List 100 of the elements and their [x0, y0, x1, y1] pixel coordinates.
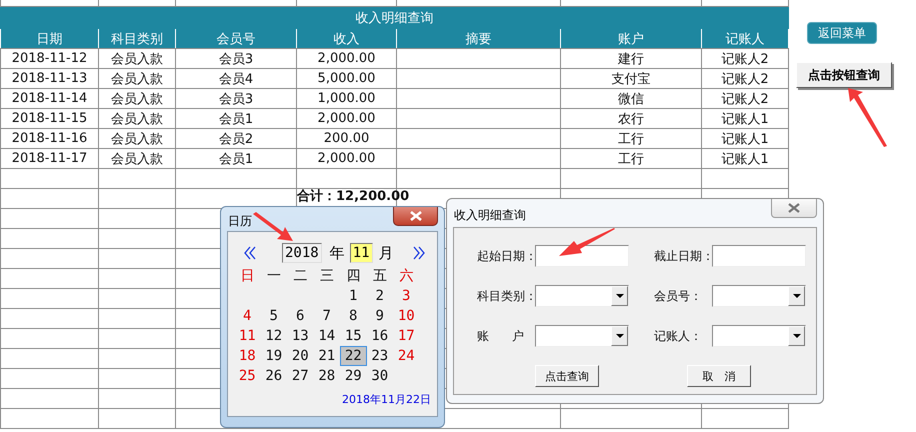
table-cell: 支付宝 — [560, 68, 702, 88]
month-field[interactable]: 11 — [350, 243, 373, 263]
calendar-day[interactable]: 27 — [287, 366, 314, 386]
table-cell: 会员1 — [176, 108, 296, 128]
annotation-arrow — [252, 212, 294, 242]
calendar-day[interactable]: 14 — [314, 326, 340, 346]
calendar-day[interactable]: 28 — [314, 366, 340, 386]
calendar-day[interactable]: 2 — [366, 286, 393, 306]
column-header: 账户 — [560, 28, 702, 48]
table-cell: 2018-11-15 — [0, 108, 98, 128]
table-cell: 2018-11-17 — [0, 148, 98, 168]
column-header: 记账人 — [702, 28, 788, 48]
table-cell: 会员入款 — [98, 128, 176, 148]
table-cell: 会员3 — [176, 88, 296, 108]
table-cell: 建行 — [560, 48, 702, 68]
calendar-day[interactable]: 23 — [366, 346, 393, 366]
calendar-day[interactable]: 6 — [287, 306, 314, 326]
column-header: 摘要 — [396, 28, 560, 48]
dialog-button[interactable]: 取 消 — [687, 365, 751, 387]
table-cell: 会员3 — [176, 48, 296, 68]
calendar-day[interactable]: 13 — [287, 326, 314, 346]
calendar-day[interactable]: 5 — [260, 306, 287, 326]
table-cell: 2018-11-13 — [0, 68, 98, 88]
calendar-day[interactable]: 29 — [340, 366, 366, 386]
sheet-title: 收入明细查询 — [0, 6, 788, 28]
calendar-day[interactable]: 22 — [340, 346, 366, 366]
window-title: 日历 — [228, 213, 252, 230]
calendar-day[interactable]: 18 — [234, 346, 260, 366]
table-cell: 会员2 — [176, 128, 296, 148]
calendar-day[interactable]: 20 — [287, 346, 314, 366]
input-field[interactable] — [535, 245, 629, 267]
input-field[interactable] — [712, 245, 806, 267]
total-amount: 合计：12,200.00 — [297, 190, 410, 203]
table-cell: 2,000.00 — [296, 108, 396, 128]
table-cell: 2,000.00 — [296, 148, 396, 168]
query-button[interactable]: 点击按钮查询 — [796, 62, 892, 88]
calendar-day[interactable]: 24 — [393, 346, 420, 366]
dropdown-arrow-icon — [616, 294, 624, 298]
calendar-day[interactable]: 16 — [366, 326, 393, 346]
close-button[interactable] — [771, 199, 817, 218]
table-cell: 2018-11-12 — [0, 48, 98, 68]
year-label: 年 — [330, 244, 345, 262]
weekday-label: 三 — [318, 267, 335, 286]
table-cell: 2018-11-16 — [0, 128, 98, 148]
weekday-label: 二 — [292, 267, 308, 286]
table-cell: 记账人2 — [702, 88, 788, 108]
field-label: 账 户 — [477, 328, 525, 344]
table-cell: 会员入款 — [98, 88, 176, 108]
table-cell: 会员入款 — [98, 108, 176, 128]
calendar-day[interactable]: 26 — [260, 366, 287, 386]
dialog-button[interactable]: 点击查询 — [535, 365, 599, 387]
calendar-day[interactable]: 19 — [260, 346, 287, 366]
calendar-day[interactable]: 3 — [393, 286, 420, 306]
table-cell: 记账人1 — [702, 148, 788, 168]
calendar-day[interactable]: 1 — [340, 286, 366, 306]
dropdown-arrow-icon — [616, 334, 624, 338]
table-cell: 200.00 — [296, 128, 396, 148]
calendar-day[interactable]: 15 — [340, 326, 366, 346]
field-label: 截止日期： — [654, 248, 712, 264]
table-cell: 1,000.00 — [296, 88, 396, 108]
table-cell: 记账人1 — [702, 108, 788, 128]
menu-button[interactable]: 返回菜单 — [807, 22, 877, 44]
weekday-label: 一 — [266, 267, 282, 286]
calendar-day[interactable]: 9 — [366, 306, 393, 326]
table-cell: 记账人1 — [702, 128, 788, 148]
weekday-label: 五 — [372, 267, 388, 286]
table-cell: 会员4 — [176, 68, 296, 88]
close-button[interactable] — [393, 207, 438, 226]
field-label: 起始日期： — [477, 248, 535, 264]
month-label: 月 — [378, 244, 394, 262]
column-header: 日期 — [0, 28, 98, 48]
selected-date: 2018年11月22日 — [341, 392, 431, 407]
weekday-label: 四 — [345, 267, 362, 286]
table-cell: 农行 — [560, 108, 702, 128]
table-cell: 会员入款 — [98, 148, 176, 168]
calendar-day[interactable]: 25 — [234, 366, 260, 386]
calendar-day[interactable]: 17 — [393, 326, 420, 346]
year-field[interactable]: 2018 — [282, 243, 322, 263]
table-cell: 记账人2 — [702, 48, 788, 68]
calendar-day[interactable]: 8 — [340, 306, 366, 326]
calendar-day[interactable]: 12 — [260, 326, 287, 346]
calendar-day[interactable]: 10 — [393, 306, 420, 326]
previous-month-icon[interactable] — [244, 246, 256, 260]
field-label: 会员号： — [654, 288, 703, 304]
dropdown-field[interactable] — [535, 285, 629, 307]
table-cell: 2,000.00 — [296, 48, 396, 68]
calendar-day[interactable]: 21 — [314, 346, 340, 366]
field-label: 科目类别： — [477, 288, 535, 304]
dropdown-field[interactable] — [712, 285, 806, 307]
next-month-icon[interactable] — [413, 246, 425, 260]
table-cell: 记账人2 — [702, 68, 788, 88]
dropdown-field[interactable] — [535, 325, 629, 347]
calendar-day[interactable]: 4 — [234, 306, 260, 326]
field-label: 记账人： — [654, 328, 703, 344]
window-title: 收入明细查询 — [454, 207, 526, 224]
calendar-day[interactable]: 30 — [366, 366, 393, 386]
column-header: 收入 — [296, 28, 396, 48]
calendar-day[interactable]: 7 — [314, 306, 340, 326]
dropdown-field[interactable] — [712, 325, 806, 347]
calendar-day[interactable]: 11 — [234, 326, 260, 346]
